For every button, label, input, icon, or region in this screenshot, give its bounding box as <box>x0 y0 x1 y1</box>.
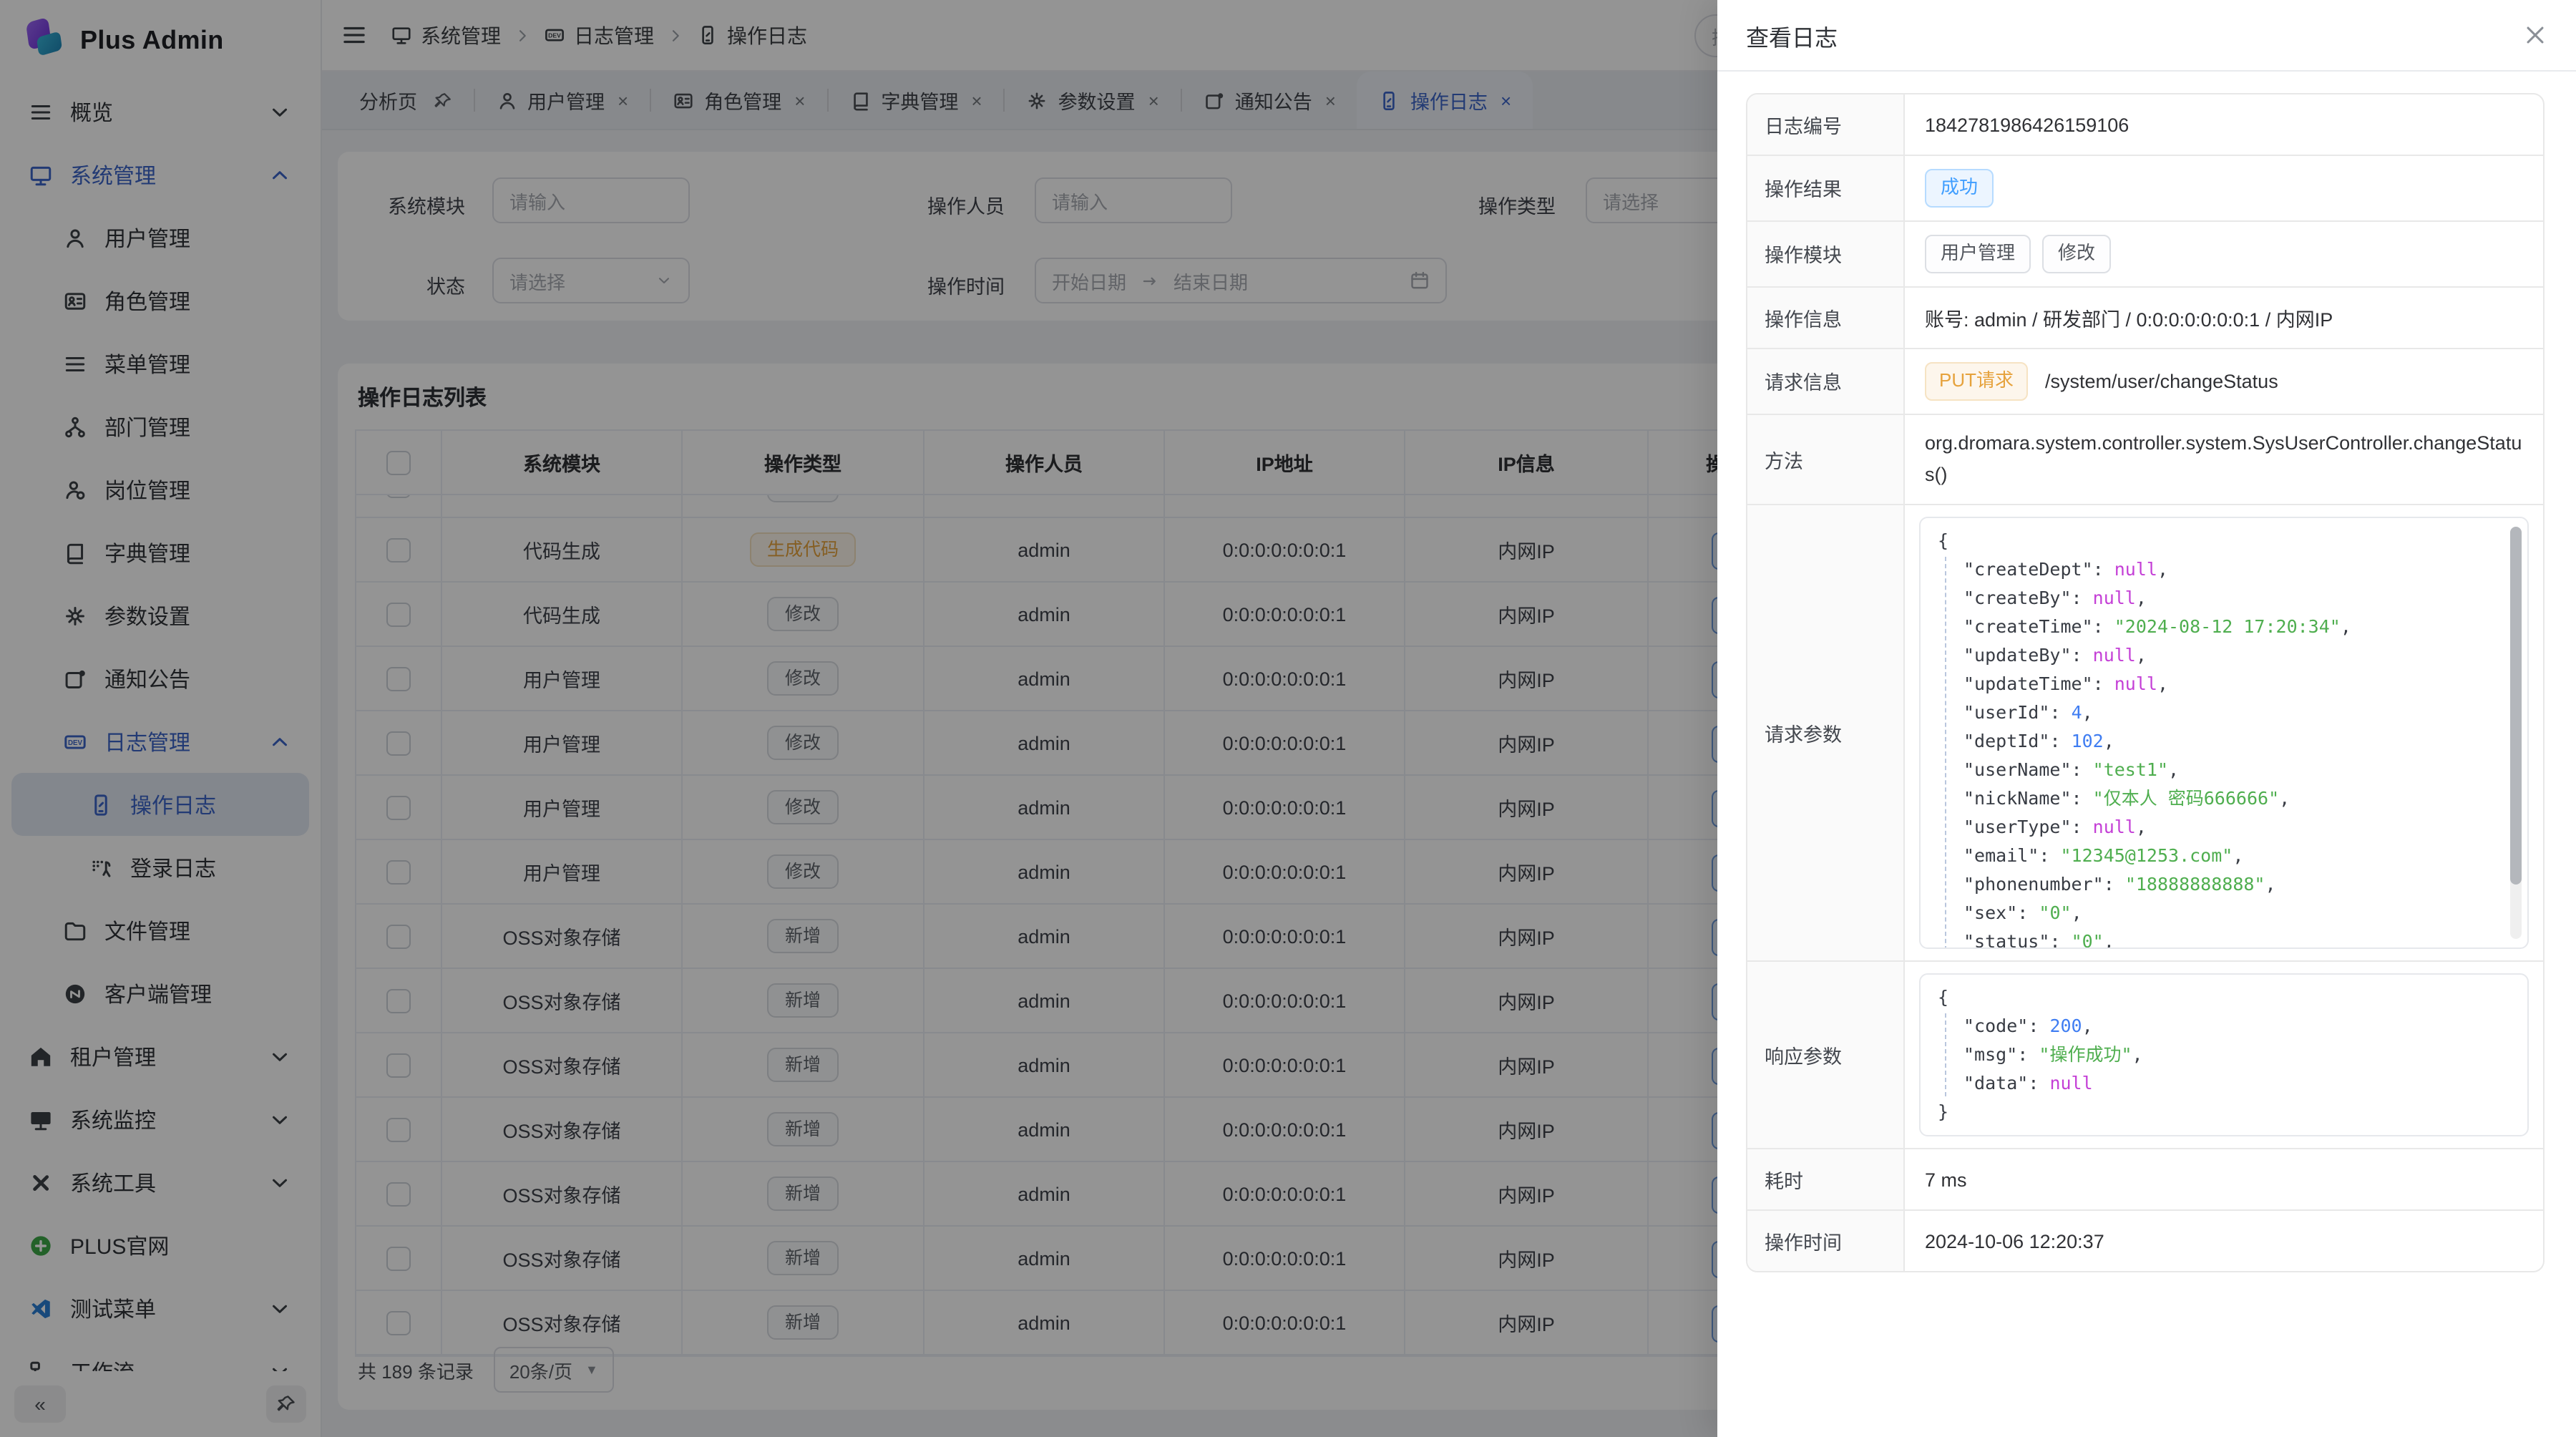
method-value: org.dromara.system.controller.system.Sys… <box>1905 414 2543 504</box>
code-line: "nickName": "仅本人 密码666666", <box>1938 784 2499 813</box>
detail-row-request: 请求信息 PUT请求 /system/user/changeStatus <box>1747 349 2543 415</box>
code-line: "createDept": null, <box>1938 555 2499 584</box>
action-tag: 修改 <box>2042 235 2111 273</box>
drawer-header: 查看日志 <box>1717 0 2576 72</box>
code-line: "email": "12345@1253.com", <box>1938 842 2499 870</box>
detail-row-cost: 耗时 7 ms <box>1747 1149 2543 1211</box>
request-url: /system/user/changeStatus <box>2045 370 2278 391</box>
view-log-drawer: 查看日志 日志编号 1842781986426159106 操作结果 成功 操作… <box>1717 0 2576 1437</box>
close-icon[interactable] <box>2523 23 2547 47</box>
status-badge: 成功 <box>1925 169 1994 208</box>
detail-row-result: 操作结果 成功 <box>1747 156 2543 222</box>
detail-row-log-id: 日志编号 1842781986426159106 <box>1747 94 2543 156</box>
app-root: Plus Admin 概览系统管理用户管理角色管理菜单管理部门管理岗位管理字典管… <box>0 0 2576 1437</box>
code-line: "deptId": 102, <box>1938 727 2499 756</box>
detail-row-op-time: 操作时间 2024-10-06 12:20:37 <box>1747 1211 2543 1271</box>
code-line: "userType": null, <box>1938 813 2499 842</box>
code-line: "userId": 4, <box>1938 698 2499 727</box>
code-line: "sex": "0", <box>1938 899 2499 927</box>
log-detail-table: 日志编号 1842781986426159106 操作结果 成功 操作模块 用户… <box>1746 93 2545 1272</box>
code-line: "userName": "test1", <box>1938 756 2499 784</box>
code-line: "updateTime": null, <box>1938 670 2499 698</box>
drawer-body: 日志编号 1842781986426159106 操作结果 成功 操作模块 用户… <box>1717 72 2576 1272</box>
cost-value: 7 ms <box>1905 1149 2543 1209</box>
code-line: "status": "0", <box>1938 927 2499 949</box>
scrollbar-thumb[interactable] <box>2510 527 2522 885</box>
op-time-value: 2024-10-06 12:20:37 <box>1905 1211 2543 1271</box>
code-line: "updateBy": null, <box>1938 641 2499 670</box>
detail-row-info: 操作信息 账号: admin / 研发部门 / 0:0:0:0:0:0:0:1 … <box>1747 288 2543 349</box>
detail-row-request-params: 请求参数 {"createDept": null,"createBy": nul… <box>1747 505 2543 962</box>
code-line: "phonenumber": "18888888888", <box>1938 870 2499 899</box>
code-line: "msg": "操作成功", <box>1938 1041 2499 1069</box>
code-line: } <box>1938 1098 2499 1126</box>
http-method-badge: PUT请求 <box>1925 362 2028 401</box>
log-id-value: 1842781986426159106 <box>1905 94 2543 155</box>
code-line: "createTime": "2024-08-12 17:20:34", <box>1938 613 2499 641</box>
detail-row-response-params: 响应参数 {"code": 200,"msg": "操作成功","data": … <box>1747 962 2543 1149</box>
detail-row-module: 操作模块 用户管理 修改 <box>1747 222 2543 288</box>
code-line: "createBy": null, <box>1938 584 2499 613</box>
code-line: { <box>1938 983 2499 1012</box>
operator-info-value: 账号: admin / 研发部门 / 0:0:0:0:0:0:0:1 / 内网I… <box>1905 288 2543 348</box>
request-params-code: {"createDept": null,"createBy": null,"cr… <box>1919 517 2529 949</box>
modal-overlay[interactable] <box>0 0 1717 1437</box>
drawer-title: 查看日志 <box>1746 18 1838 52</box>
code-line: "code": 200, <box>1938 1012 2499 1041</box>
code-line: "data": null <box>1938 1069 2499 1098</box>
response-params-code: {"code": 200,"msg": "操作成功","data": null} <box>1919 973 2529 1136</box>
code-line: { <box>1938 527 2499 555</box>
detail-row-method: 方法 org.dromara.system.controller.system.… <box>1747 414 2543 505</box>
module-tag: 用户管理 <box>1925 235 2031 273</box>
